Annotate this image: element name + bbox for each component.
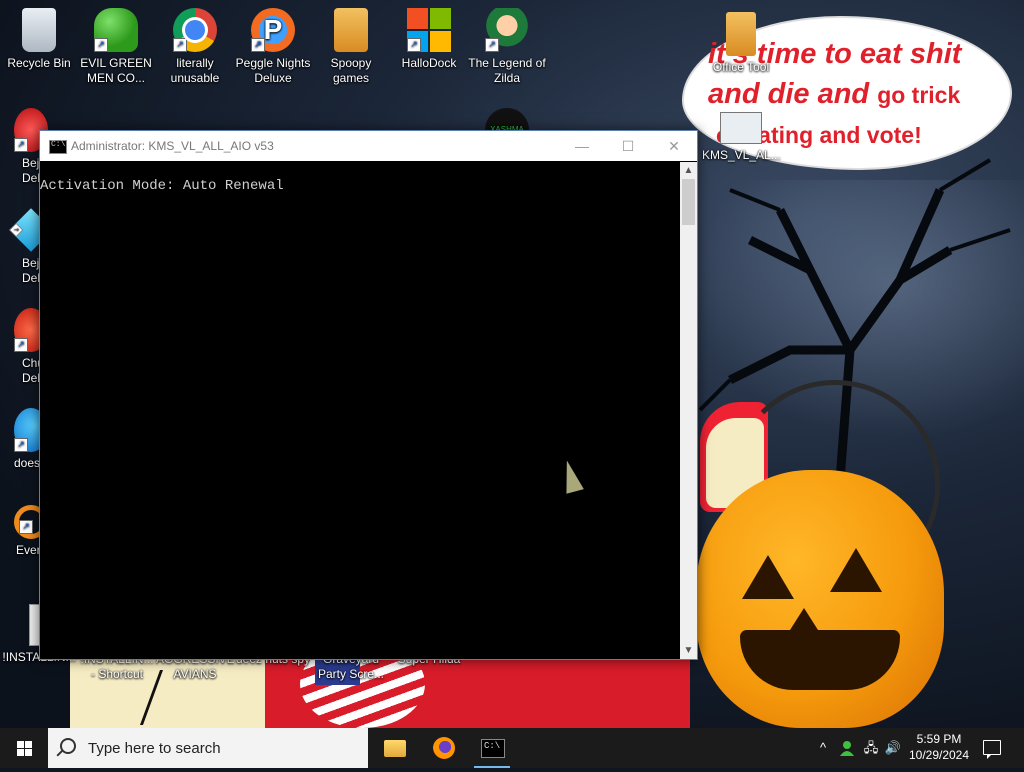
- search-placeholder: Type here to search: [88, 740, 221, 757]
- chrome-icon: ↗: [173, 8, 217, 52]
- taskbar-clock[interactable]: 5:59 PM 10/29/2024: [903, 731, 975, 763]
- peggle-icon: P ↗: [251, 8, 295, 52]
- shortcut-arrow-icon: ↗: [94, 38, 108, 52]
- shortcut-arrow-icon: ↗: [251, 38, 265, 52]
- desktop-icon-hallodock[interactable]: ↗ HalloDock: [390, 8, 468, 71]
- desktop-icon-label: Spoopy games: [330, 56, 372, 85]
- desktop-icon-literally-unusable[interactable]: ↗ literally unusable: [156, 8, 234, 86]
- desktop-icon-evil-green-men[interactable]: ↗ EVIL GREEN MEN CO...: [77, 8, 155, 86]
- user-icon: [840, 741, 854, 756]
- desktop-icon-label: Office Tool: [712, 60, 770, 74]
- taskbar-firefox[interactable]: [420, 728, 468, 768]
- shortcut-arrow-icon: ↗: [173, 38, 187, 52]
- firefox-icon: [433, 737, 455, 759]
- desktop-icon-label: The Legend of Zilda: [468, 56, 546, 85]
- shortcut-arrow-icon: ↗: [14, 338, 28, 352]
- window-title: Administrator: KMS_VL_ALL_AIO v53: [71, 139, 274, 153]
- windows-logo-icon: [17, 741, 32, 756]
- pumpkin-nose: [790, 608, 818, 630]
- pumpkin-mouth: [740, 630, 900, 690]
- clock-date: 10/29/2024: [908, 748, 970, 762]
- vertical-scrollbar[interactable]: ▲ ▼: [680, 162, 697, 659]
- windows-logo-icon: ↗: [407, 8, 451, 52]
- taskbar-file-explorer[interactable]: [371, 728, 419, 768]
- file-explorer-icon: [384, 740, 406, 757]
- desktop-icon-label: Peggle Nights Deluxe: [235, 56, 311, 85]
- shortcut-arrow-icon: ↗: [14, 138, 28, 152]
- shortcut-arrow-icon: ↗: [19, 520, 33, 534]
- shortcut-arrow-icon: ↗: [14, 438, 28, 452]
- shortcut-arrow-icon: ↗: [9, 223, 24, 237]
- clock-time: 5:59 PM: [916, 732, 962, 746]
- taskbar-command-prompt[interactable]: [468, 728, 516, 768]
- cmd-window[interactable]: Administrator: KMS_VL_ALL_AIO v53 — ☐ ✕ …: [39, 130, 698, 660]
- network-icon[interactable]: 🖧: [860, 728, 882, 768]
- minimize-button[interactable]: —: [559, 131, 605, 161]
- desktop-icon-spoopy-games[interactable]: Spoopy games: [312, 8, 390, 86]
- desktop-icon-kms-vl-all[interactable]: KMS_VL_AL...: [702, 112, 781, 163]
- cmd-titlebar[interactable]: Administrator: KMS_VL_ALL_AIO v53 — ☐ ✕: [40, 131, 697, 161]
- desktop-icon-office-tool[interactable]: Office Tool: [702, 12, 780, 75]
- desktop-icon-peggle-nights[interactable]: P ↗ Peggle Nights Deluxe: [234, 8, 312, 86]
- start-button[interactable]: [0, 728, 48, 768]
- show-hidden-icons-button[interactable]: ^: [814, 728, 832, 768]
- desktop-icon-label: HalloDock: [401, 56, 457, 70]
- speech-line-2: and die and go trick: [708, 74, 998, 115]
- desktop-icon-label: KMS_VL_AL...: [702, 148, 781, 162]
- desktop-icon-legend-of-zilda[interactable]: ↗ The Legend of Zilda: [468, 8, 546, 86]
- scroll-up-arrow-icon[interactable]: ▲: [680, 162, 697, 179]
- taskbar: Type here to search ^ 🖧 🔊 5:59 PM 10/29/…: [0, 728, 1024, 768]
- desktop-icon-label: EVIL GREEN MEN CO...: [80, 56, 152, 85]
- notification-center-icon[interactable]: [983, 740, 1001, 759]
- pumpkin-left-eye: [742, 555, 794, 599]
- command-prompt-icon: [481, 739, 505, 758]
- user-tray-icon[interactable]: [836, 728, 858, 768]
- cmd-icon: [49, 140, 67, 154]
- scroll-down-arrow-icon[interactable]: ▼: [680, 642, 697, 659]
- recycle-bin-icon: [22, 8, 56, 52]
- folder-icon: [334, 8, 368, 52]
- shortcut-arrow-icon: ↗: [407, 38, 421, 52]
- search-icon: [60, 738, 76, 754]
- maximize-button[interactable]: ☐: [605, 131, 651, 161]
- desktop-icon-label: Recycle Bin: [7, 56, 71, 70]
- speech-line-2-small: go trick: [877, 82, 961, 108]
- desktop-icon-label: literally unusable: [170, 56, 220, 85]
- zilda-character-icon: ↗: [485, 8, 529, 52]
- pumpkin-right-eye: [830, 548, 882, 592]
- close-button[interactable]: ✕: [651, 131, 697, 161]
- desktop-icon-recycle-bin[interactable]: Recycle Bin: [0, 8, 78, 71]
- volume-icon[interactable]: 🔊: [882, 728, 904, 768]
- console-line: Activation Mode: Auto Renewal: [40, 178, 284, 194]
- taskbar-search-box[interactable]: Type here to search: [48, 728, 368, 768]
- shortcut-arrow-icon: ↗: [485, 38, 499, 52]
- office-tool-icon: [726, 12, 756, 56]
- gear-icon: [720, 112, 762, 144]
- scrollbar-thumb[interactable]: [682, 179, 695, 225]
- speech-line-2-bold: and die and: [708, 78, 878, 110]
- console-output[interactable]: Activation Mode: Auto Renewal: [40, 162, 680, 659]
- green-men-icon: ↗: [94, 8, 138, 52]
